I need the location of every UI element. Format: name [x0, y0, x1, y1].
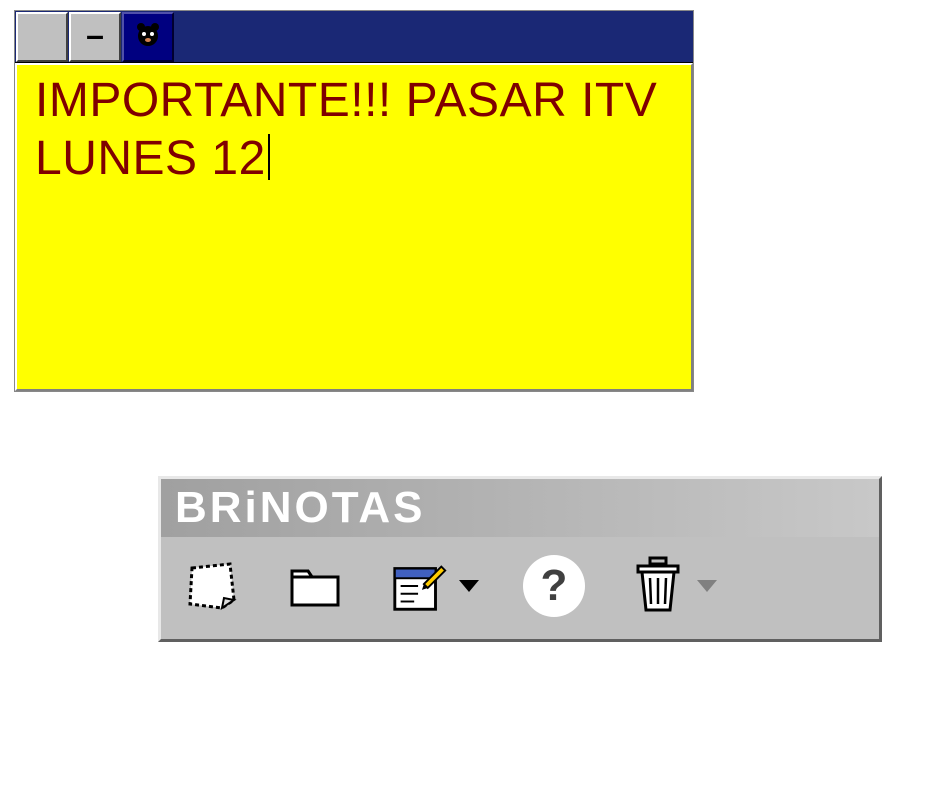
text-cursor — [268, 134, 270, 180]
edit-note-icon — [389, 555, 451, 617]
sticky-note-window: – IMPORTANTE!!! PASAR ITV LUNES 12 — [14, 10, 694, 392]
note-text[interactable]: IMPORTANTE!!! PASAR ITV LUNES 12 — [35, 73, 673, 186]
toolbar-window: BRiNOTAS — [158, 476, 882, 642]
bear-icon — [135, 21, 161, 53]
note-body[interactable]: IMPORTANTE!!! PASAR ITV LUNES 12 — [15, 63, 693, 391]
system-button[interactable] — [16, 12, 68, 62]
minimize-button[interactable]: – — [69, 12, 121, 62]
dropdown-arrow-icon — [695, 578, 719, 594]
help-button[interactable]: ? — [523, 555, 585, 617]
app-icon-button[interactable] — [122, 12, 174, 62]
toolbar-body: ? — [161, 537, 879, 639]
trash-icon — [627, 555, 689, 617]
new-note-button[interactable] — [181, 555, 243, 617]
dropdown-arrow-icon — [457, 578, 481, 594]
titlebar[interactable]: – — [15, 11, 693, 63]
folder-button[interactable] — [285, 555, 347, 617]
folder-icon — [285, 555, 347, 617]
delete-button[interactable] — [627, 555, 719, 617]
edit-note-button[interactable] — [389, 555, 481, 617]
note-icon — [181, 555, 243, 617]
toolbar-title[interactable]: BRiNOTAS — [161, 479, 879, 537]
help-icon: ? — [523, 555, 585, 617]
